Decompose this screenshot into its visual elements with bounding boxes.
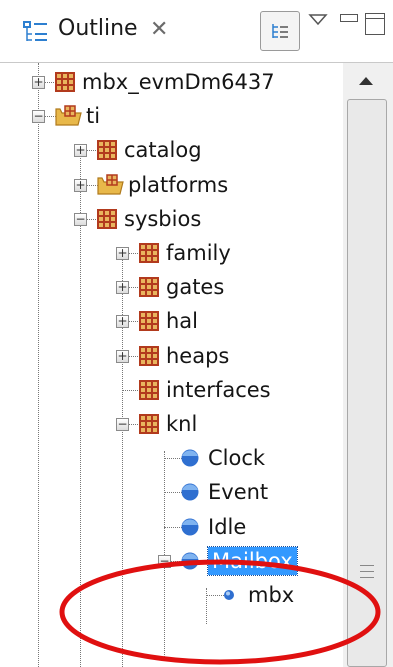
tree-row[interactable]: Idle xyxy=(0,510,343,544)
outline-tree: + mbx_evmDm6437 − ti + catalog + platforms − sysb… xyxy=(0,63,343,667)
minimize-icon[interactable] xyxy=(340,14,358,22)
expand-icon[interactable]: + xyxy=(116,281,129,295)
collapse-icon[interactable]: − xyxy=(74,212,87,226)
view-title[interactable]: Outline xyxy=(58,16,138,41)
module-icon xyxy=(181,552,199,570)
tree-row[interactable]: − Mailbox xyxy=(0,544,343,578)
tree-node-label[interactable]: knl xyxy=(166,410,197,438)
vertical-scrollbar[interactable] xyxy=(343,63,393,667)
tree-row[interactable]: Clock xyxy=(0,441,343,475)
tree-node-label[interactable]: Event xyxy=(208,478,268,506)
expand-icon[interactable]: + xyxy=(74,178,87,192)
expand-icon[interactable]: + xyxy=(116,349,129,363)
tree-node-label[interactable]: mbx xyxy=(248,581,294,609)
instance-icon xyxy=(224,590,234,600)
package-icon xyxy=(139,311,159,332)
tree-node-label[interactable]: heaps xyxy=(166,342,229,370)
expand-icon[interactable]: + xyxy=(116,315,129,329)
package-icon xyxy=(139,379,159,400)
tree-row[interactable]: + platforms xyxy=(0,168,343,202)
package-icon xyxy=(55,72,75,92)
tree-row[interactable]: + mbx_evmDm6437 xyxy=(0,65,343,99)
sort-button[interactable] xyxy=(260,11,300,51)
view-menu-icon[interactable] xyxy=(308,14,328,26)
outline-view-icon xyxy=(23,21,47,41)
tree-row[interactable]: + catalog xyxy=(0,133,343,167)
tree-node-label[interactable]: sysbios xyxy=(124,205,201,233)
tree-row[interactable]: − sysbios xyxy=(0,202,343,236)
tree-node-label[interactable]: Clock xyxy=(208,444,265,472)
tree-node-label[interactable]: ti xyxy=(86,102,100,130)
tree-node-label[interactable]: Mailbox xyxy=(207,545,298,576)
tree-row[interactable]: − knl xyxy=(0,407,343,441)
tree-node-label[interactable]: interfaces xyxy=(166,376,271,404)
package-icon xyxy=(97,208,117,229)
package-icon xyxy=(139,277,159,298)
collapse-icon[interactable]: − xyxy=(158,554,171,568)
expand-icon[interactable]: + xyxy=(32,76,45,89)
tree-row[interactable]: Event xyxy=(0,475,343,509)
tree-row[interactable]: interfaces xyxy=(0,373,343,407)
module-icon xyxy=(181,449,199,467)
expand-icon[interactable]: + xyxy=(74,144,87,158)
tree-node-label[interactable]: hal xyxy=(166,307,198,335)
tree-row[interactable]: + heaps xyxy=(0,339,343,373)
tree-row[interactable]: + gates xyxy=(0,270,343,304)
package-icon xyxy=(139,414,159,434)
scroll-up-arrow-icon[interactable] xyxy=(359,77,373,85)
collapse-icon[interactable]: − xyxy=(32,110,45,124)
tree-row[interactable]: + hal xyxy=(0,304,343,338)
sort-icon xyxy=(272,24,288,38)
tree-row[interactable]: + family xyxy=(0,236,343,270)
tree-row[interactable]: − ti xyxy=(0,99,343,133)
maximize-icon[interactable] xyxy=(365,13,385,35)
module-icon xyxy=(181,518,199,536)
scroll-thumb[interactable] xyxy=(347,99,387,667)
view-header: Outline ✕ xyxy=(0,0,393,63)
grip-icon xyxy=(360,565,374,583)
package-icon xyxy=(139,345,159,366)
expand-icon[interactable]: + xyxy=(116,247,129,260)
close-icon[interactable]: ✕ xyxy=(150,16,168,44)
tree-node-label[interactable]: gates xyxy=(166,273,224,301)
tree-node-label[interactable]: mbx_evmDm6437 xyxy=(82,68,275,96)
tree-node-label[interactable]: family xyxy=(166,239,231,267)
package-folder-icon xyxy=(55,105,82,126)
package-icon xyxy=(139,243,159,263)
tree-node-label[interactable]: catalog xyxy=(124,136,202,164)
collapse-icon[interactable]: − xyxy=(116,418,129,431)
tree-row[interactable]: mbx xyxy=(0,578,343,612)
package-icon xyxy=(97,140,117,161)
module-icon xyxy=(181,483,199,501)
tree-node-label[interactable]: platforms xyxy=(128,171,228,199)
tree-node-label[interactable]: Idle xyxy=(208,513,246,541)
package-folder-icon xyxy=(97,173,124,195)
